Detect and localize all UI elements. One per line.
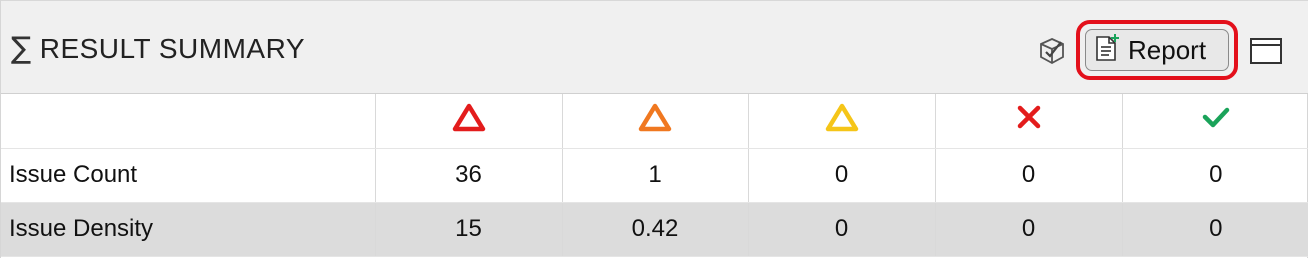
cube-check-icon[interactable]	[1034, 33, 1070, 69]
header-empty-cell	[1, 94, 376, 149]
row-label-issue-count: Issue Count	[1, 148, 376, 203]
report-button[interactable]: Report	[1085, 29, 1229, 71]
table-cell: 15	[375, 202, 563, 257]
table-cell: 0	[748, 202, 936, 257]
column-header-minor[interactable]	[748, 94, 936, 149]
table-cell: 36	[375, 148, 563, 203]
sigma-icon: ∑	[11, 31, 32, 66]
table-cell: 1	[562, 148, 749, 203]
triangle-red-icon	[452, 104, 485, 132]
table-cell: 0	[1122, 202, 1308, 257]
panel-title-text: RESULT SUMMARY	[39, 32, 305, 64]
table-header-row	[1, 94, 1308, 149]
cross-icon	[1017, 106, 1040, 129]
triangle-orange-icon	[638, 104, 672, 132]
check-icon	[1202, 108, 1229, 128]
panel-title: ∑ RESULT SUMMARY	[11, 31, 305, 66]
column-header-failed[interactable]	[935, 94, 1123, 149]
window-maximize-icon[interactable]	[1246, 33, 1286, 69]
panel-header: ∑ RESULT SUMMARY Report	[1, 0, 1308, 94]
table-cell: 0	[935, 202, 1123, 257]
result-summary-panel: ∑ RESULT SUMMARY Report Issue Count 36 1…	[0, 0, 1308, 258]
table-cell: 0	[1122, 148, 1308, 203]
report-label: Report	[1128, 34, 1207, 65]
table-row: Issue Density 15 0.42 0 0 0	[1, 202, 1308, 257]
report-highlight: Report	[1076, 20, 1238, 80]
column-header-major[interactable]	[562, 94, 749, 149]
summary-table: Issue Count 36 1 0 0 0 Issue Density 15 …	[1, 94, 1308, 257]
table-row: Issue Count 36 1 0 0 0	[1, 148, 1308, 203]
row-label-issue-density: Issue Density	[1, 202, 376, 257]
report-add-icon	[1094, 33, 1120, 68]
table-cell: 0	[935, 148, 1123, 203]
triangle-yellow-icon	[825, 104, 858, 132]
table-cell: 0.42	[562, 202, 749, 257]
column-header-passed[interactable]	[1122, 94, 1308, 149]
column-header-critical[interactable]	[375, 94, 563, 149]
table-cell: 0	[748, 148, 936, 203]
